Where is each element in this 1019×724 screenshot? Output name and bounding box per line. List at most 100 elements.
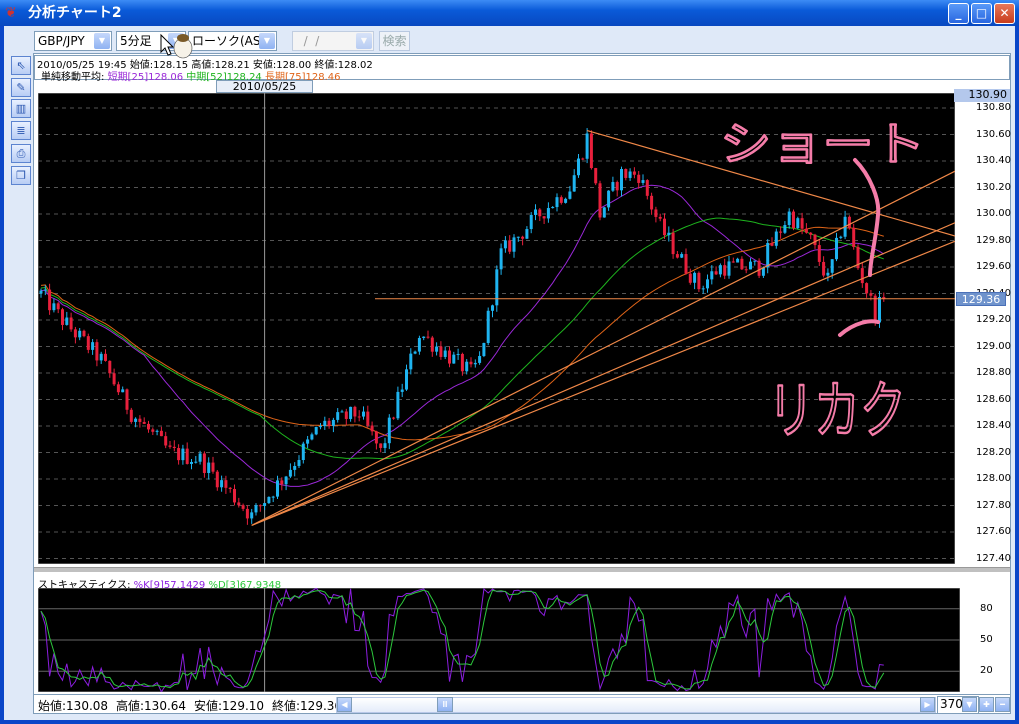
price-chart[interactable] [38,93,955,564]
maximize-button[interactable]: □ [971,3,992,24]
candle-body [727,261,731,276]
candle-body [688,273,692,283]
zoom-in-button[interactable]: ✚ [979,697,994,712]
horizontal-scrollbar[interactable] [336,697,936,713]
ma-label: 単純移動平均: [41,72,105,83]
chevron-down-icon[interactable]: ▼ [962,697,977,712]
candle-body [869,293,873,296]
candle-body [142,421,146,424]
chevron-down-icon[interactable]: ▼ [168,33,184,49]
minimize-button[interactable]: _ [948,3,969,24]
numbers-icon[interactable]: ≣ [11,121,31,140]
candle-body [297,460,301,466]
candle-body [185,448,189,464]
pencil-icon[interactable]: ✎ [11,78,31,97]
chevron-down-icon[interactable]: ▼ [356,33,372,49]
candle-body [267,496,271,504]
candle-body [559,197,563,203]
panel-splitter[interactable] [34,567,1010,572]
candle-body [172,446,176,449]
candle-body [95,342,99,361]
candle-body [293,465,297,470]
candle-body [319,426,322,428]
scroll-left-icon[interactable]: ◀ [337,697,352,712]
candle-body [276,480,279,497]
candle-body [568,191,572,199]
date-select[interactable]: / / ▼ [292,31,374,51]
candle-body [280,480,284,485]
candle-body [237,502,241,506]
scroll-right-icon[interactable]: ▶ [920,697,935,712]
scroll-thumb[interactable]: Ⅲ [437,697,453,712]
candle-body [323,420,327,427]
candle-body [151,429,155,432]
candle-body [465,361,469,372]
printer-icon[interactable]: ⎙ [11,144,31,163]
candle-body [211,462,215,472]
candle-body [207,462,211,473]
chevron-down-icon[interactable]: ▼ [259,33,275,49]
candle-body [366,411,370,426]
candle-body [598,183,602,218]
candle-body [718,265,722,275]
top-price-label: 130.90 [954,89,1010,102]
candle-body [482,342,486,357]
candle-body [177,448,181,461]
candle-body [396,391,400,419]
candle-body [181,448,185,461]
candle-body [349,406,353,419]
candle-body [198,453,202,462]
candle-body [430,337,434,352]
copy-window-icon[interactable]: ❐ [11,166,31,185]
y-tick-label: 130.60 [976,128,1011,140]
stochastics-chart[interactable] [38,588,960,692]
bar-chart-icon[interactable]: ▥ [11,99,31,118]
y-tick-label: 128.20 [976,446,1011,458]
candle-body [577,158,580,176]
candle-body [220,480,224,488]
candle-body [847,216,851,228]
candle-body [422,336,426,338]
candle-body [104,353,107,361]
candle-body [706,279,709,289]
close-button[interactable]: ✕ [994,3,1015,24]
candle-body [650,195,654,210]
cursor-icon[interactable]: ⇖ [11,56,31,75]
pair-select[interactable]: GBP/JPY ▼ [34,31,112,51]
candle-body [585,133,589,159]
chart-background [38,93,955,564]
candle-body [680,254,684,258]
candle-body [245,508,249,519]
title-bar: ❦ 分析チャート2 _ □ ✕ [0,0,1019,26]
zoom-out-button[interactable]: ━ [995,697,1010,712]
candle-body [344,411,348,419]
candle-body [701,288,705,290]
candle-body [615,182,619,191]
candle-body [852,227,856,247]
candle-body [250,512,254,519]
chart-type-select[interactable]: ローソク(ASK) ▼ [188,31,277,51]
timeframe-select[interactable]: 5分足 ▼ [116,31,186,51]
candle-body [452,354,456,364]
candle-body [826,272,830,276]
candle-body [813,234,817,246]
candle-body [435,346,439,352]
low-value: 安値:129.10 [194,699,265,713]
candle-body [675,254,679,258]
candle-body [663,218,666,236]
candle-body [667,232,671,236]
candle-body [310,434,314,440]
candle-body [202,453,206,473]
candle-body [387,417,391,444]
search-button[interactable]: 検索 [379,31,410,51]
candle-body [671,232,675,255]
candle-body [628,171,632,178]
stoch-tick-label: 80 [980,602,993,614]
chevron-down-icon[interactable]: ▼ [94,33,110,49]
candle-body [91,342,95,350]
candle-body [632,171,636,175]
y-tick-label: 129.80 [976,234,1011,246]
candle-body [546,208,550,219]
candle-body [607,190,611,208]
candle-body [697,272,701,290]
